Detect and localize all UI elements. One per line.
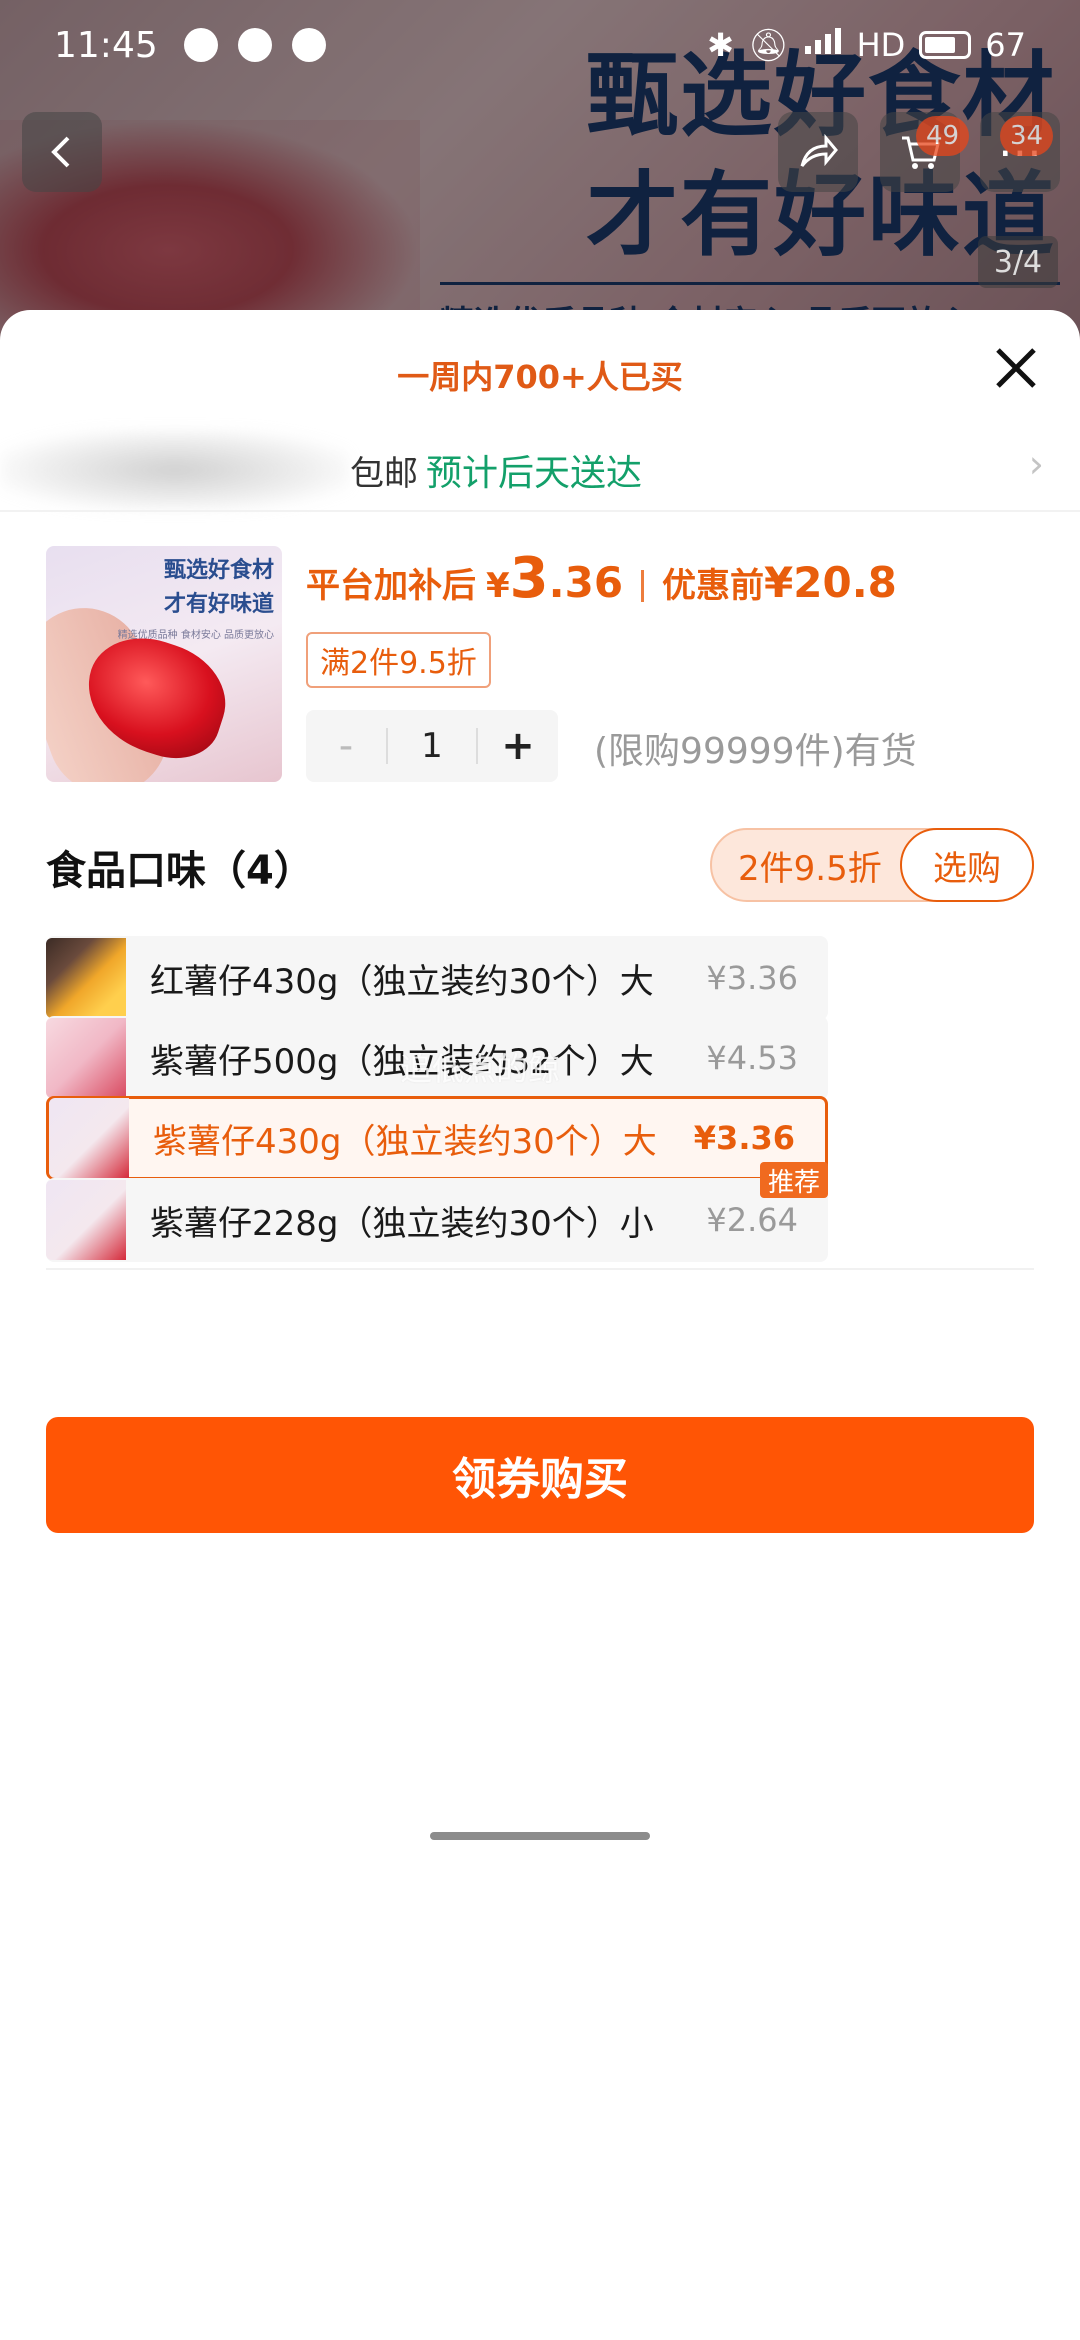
notification-app-icon <box>183 28 218 62</box>
home-indicator[interactable] <box>430 1832 650 1840</box>
recommended-badge: 推荐 <box>759 1162 828 1198</box>
thumbnail-slogan-line1: 甄选好食材 <box>163 558 274 583</box>
battery-level: 67 <box>985 26 1026 64</box>
variant-option-selected[interactable]: 紫薯仔430g（独立装约30个）大 ¥3.36 <box>46 1096 828 1180</box>
product-thumbnail[interactable]: 甄选好食材 才有好味道 精选优质品种 食材安心 品质更放心 <box>46 546 282 782</box>
weekly-sales-banner: 一周内700+人已买 <box>397 358 683 396</box>
back-arrow-icon <box>51 136 70 168</box>
watermark: 追低点的鲸 <box>400 1050 561 1088</box>
back-button[interactable] <box>22 112 102 192</box>
status-indicators: ✱ 🔕︎ HD 67 <box>707 26 1026 64</box>
bundle-select-button[interactable]: 选购 <box>900 828 1034 902</box>
original-price: ¥20.8 <box>764 558 897 607</box>
status-bar: 11:45 ✱ 🔕︎ HD 67 <box>0 0 1080 90</box>
divider <box>0 510 1080 512</box>
variant-thumbnail <box>49 1098 129 1178</box>
quantity-stepper: - 1 + <box>306 710 558 782</box>
mute-icon: 🔕︎ <box>747 26 789 64</box>
quantity-input[interactable]: 1 <box>388 726 476 766</box>
thumbnail-slogan-line2: 才有好味道 <box>163 592 274 617</box>
thumbnail-subline: 精选优质品种 食材安心 品质更放心 <box>117 630 274 641</box>
original-price-label: 优惠前 <box>662 566 765 606</box>
variant-option[interactable]: 紫薯仔228g（独立装约30个）小 ¥2.64 推荐 <box>46 1162 828 1262</box>
price-line: 平台加补后 ¥ 3 .36 优惠前 ¥20.8 <box>306 546 897 626</box>
address-blurred <box>0 430 350 510</box>
increase-button[interactable]: + <box>478 710 558 782</box>
variant-price: ¥3.36 <box>693 1119 795 1157</box>
bluetooth-icon: ✱ <box>707 26 734 64</box>
currency-symbol: ¥ <box>486 566 510 606</box>
price-separator <box>641 570 645 602</box>
image-pager: 3/4 <box>978 236 1058 288</box>
share-button[interactable] <box>778 112 858 192</box>
network-type: HD <box>856 26 906 64</box>
share-icon <box>800 133 838 167</box>
battery-icon <box>919 31 972 59</box>
claim-coupon-buy-button[interactable]: 领券购买 <box>46 1417 1034 1533</box>
shipping-row[interactable]: 包邮 预计后天送达 › <box>0 430 1080 510</box>
subsidy-label: 平台加补后 <box>306 566 476 606</box>
variant-name: 紫薯仔430g（独立装约30个）大 <box>153 1121 657 1162</box>
variant-price: ¥2.64 <box>706 1201 798 1239</box>
variant-price: ¥4.53 <box>706 1039 798 1077</box>
thumbnail-slogan: 甄选好食材 才有好味道 <box>164 554 274 622</box>
status-time: 11:45 <box>54 24 158 66</box>
close-button[interactable] <box>988 340 1044 396</box>
variant-thumbnail <box>46 1018 126 1098</box>
delivery-eta: 预计后天送达 <box>426 453 643 494</box>
variant-name: 红薯仔430g（独立装约30个）大 <box>150 961 654 1002</box>
stock-note: (限购99999件)有货 <box>594 731 917 772</box>
variant-name: 紫薯仔228g（独立装约30个）小 <box>150 1203 654 1244</box>
free-shipping-label: 包邮 <box>350 454 418 494</box>
variant-price: ¥3.36 <box>706 959 798 997</box>
close-icon <box>996 348 1036 388</box>
bundle-promo[interactable]: 2件9.5折 选购 <box>710 828 1034 902</box>
signal-icon <box>803 26 843 64</box>
chevron-right-icon: › <box>1028 442 1044 486</box>
cart-count-badge: 49 <box>916 116 970 156</box>
sku-selector-sheet: 一周内700+人已买 包邮 预计后天送达 › 甄选好食材 才有好味道 精选优质品… <box>0 310 1080 2340</box>
wechat-icon <box>291 28 326 62</box>
discount-tag: 满2件9.5折 <box>306 632 491 688</box>
message-count-badge: 34 <box>1000 116 1054 156</box>
divider <box>46 1268 1034 1270</box>
variant-thumbnail <box>46 1180 126 1260</box>
price-integer: 3 <box>509 546 549 611</box>
decrease-button[interactable]: - <box>306 710 386 782</box>
price-decimal: .36 <box>548 558 624 607</box>
variant-thumbnail <box>46 938 126 1018</box>
bundle-promo-text: 2件9.5折 <box>738 848 882 889</box>
notification-app-icon <box>237 28 272 62</box>
variant-option[interactable]: 红薯仔430g（独立装约30个）大 ¥3.36 <box>46 936 828 1020</box>
flavor-section-title: 食品口味（4） <box>46 848 314 894</box>
